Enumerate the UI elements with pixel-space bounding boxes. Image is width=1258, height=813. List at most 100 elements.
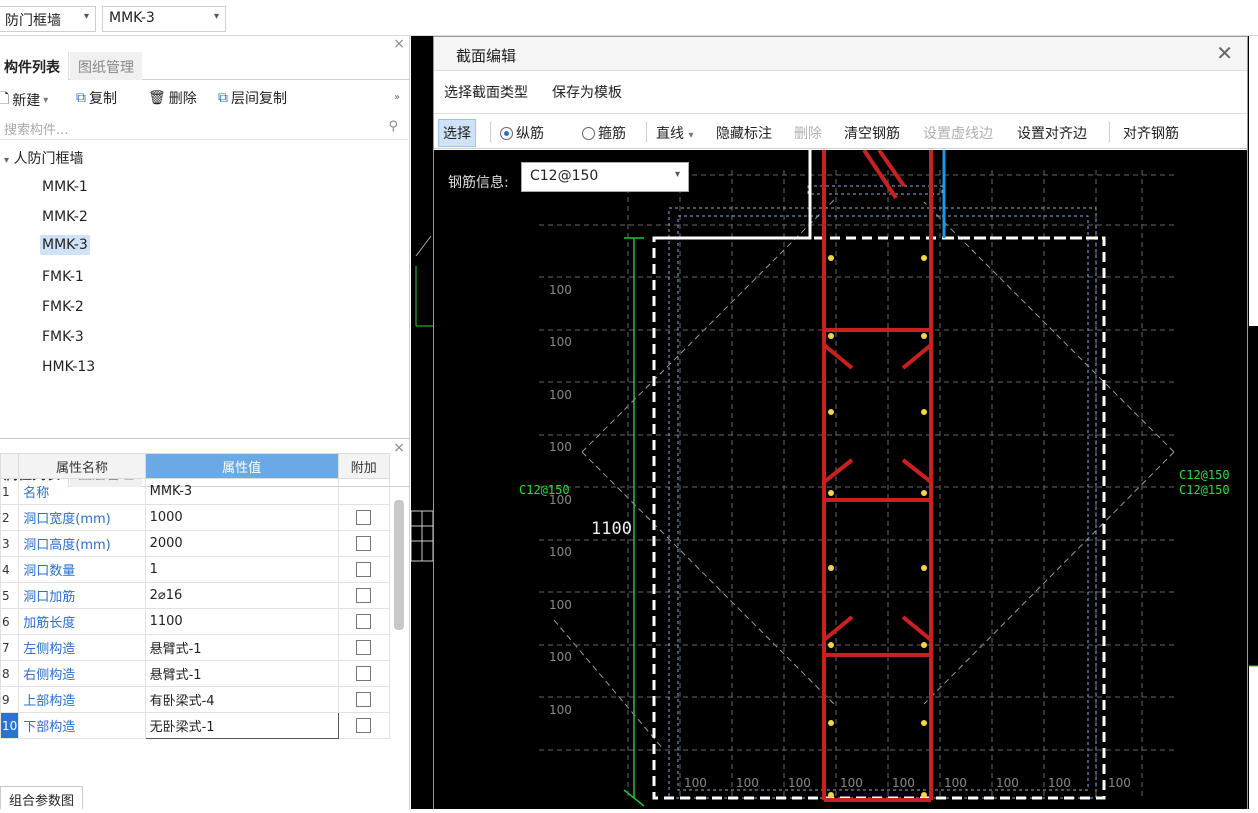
floor-copy-button[interactable]: ⧉ 层间复制: [218, 88, 287, 108]
extra-checkbox[interactable]: [356, 510, 372, 525]
grid-label: 100: [549, 545, 572, 559]
column-header: 附加: [337, 453, 391, 479]
table-row-selected[interactable]: 10 下部构造 无卧梁式-1: [0, 712, 391, 739]
stirrup-label: 箍筋: [598, 126, 626, 142]
extra-checkbox[interactable]: [356, 640, 372, 655]
clear-rebar-button[interactable]: 清空钢筋: [844, 123, 900, 143]
property-value[interactable]: 2⌀16: [144, 582, 339, 609]
chevron-down-icon: ▾: [688, 130, 694, 141]
delete-button[interactable]: 🗑 删除: [148, 88, 197, 108]
search-input[interactable]: 搜索构件... ⚲: [0, 116, 408, 140]
component-type-combo[interactable]: 防门框墙 ▾: [0, 6, 96, 32]
new-label: 新建: [12, 93, 41, 109]
menu-select-section-type[interactable]: 选择截面类型: [444, 82, 528, 102]
grid-label: 100: [549, 283, 572, 297]
tree-item[interactable]: MMK-1: [40, 177, 90, 197]
tab-drawing-management[interactable]: 图纸管理: [70, 52, 142, 80]
tab-component-list[interactable]: 构件列表: [0, 52, 69, 80]
set-align-edge-button[interactable]: 设置对齐边: [1017, 123, 1087, 143]
grid-label: 100: [840, 776, 863, 790]
extra-checkbox[interactable]: [356, 718, 372, 733]
property-value[interactable]: 悬臂式-1: [144, 660, 339, 687]
close-icon[interactable]: ×: [393, 36, 405, 52]
select-button[interactable]: 选择: [438, 119, 476, 147]
grid-label: 100: [549, 598, 572, 612]
property-value[interactable]: 有卧梁式-4: [144, 686, 339, 713]
table-row[interactable]: 7 左侧构造 悬臂式-1: [0, 634, 391, 661]
close-icon[interactable]: ✕: [1216, 41, 1233, 65]
property-value[interactable]: 1000: [144, 504, 339, 531]
extra-checkbox[interactable]: [356, 536, 372, 551]
table-row[interactable]: 1 名称 MMK-3: [0, 478, 391, 505]
table-row[interactable]: 9 上部构造 有卧梁式-4: [0, 686, 391, 713]
table-row[interactable]: 2 洞口宽度(mm) 1000: [0, 504, 391, 531]
grid-label: 100: [684, 776, 707, 790]
tree-item[interactable]: HMK-13: [40, 357, 97, 377]
delete-button[interactable]: 删除: [794, 123, 822, 143]
more-icon[interactable]: »: [394, 92, 400, 103]
grid-label: 100: [549, 335, 572, 349]
component-combo[interactable]: MMK-3 ▾: [102, 6, 226, 32]
component-value: MMK-3: [109, 10, 155, 26]
tree-item[interactable]: FMK-3: [40, 327, 86, 347]
delete-label: 删除: [168, 91, 197, 107]
column-header: 属性值: [144, 453, 339, 479]
table-row[interactable]: 4 洞口数量 1: [0, 556, 391, 583]
section-toolbar: 选择 纵筋 箍筋 直线 ▾ 隐藏标注 删除 清空钢筋 设置虚线边 设置对齐边 对…: [434, 113, 1247, 149]
tree-item[interactable]: FMK-1: [40, 267, 86, 287]
table-row[interactable]: 5 洞口加筋 2⌀16: [0, 582, 391, 609]
set-dashed-edge-button[interactable]: 设置虚线边: [923, 123, 993, 143]
copy-icon: ⧉: [76, 90, 86, 106]
extra-checkbox[interactable]: [356, 666, 372, 681]
property-name: 下部构造: [18, 712, 146, 739]
menu-save-as-template[interactable]: 保存为模板: [552, 82, 622, 102]
table-row[interactable]: 6 加筋长度 1100: [0, 608, 391, 635]
extra-checkbox[interactable]: [356, 614, 372, 629]
close-icon[interactable]: ×: [393, 440, 405, 456]
property-name: 加筋长度: [18, 608, 146, 635]
divider: [646, 122, 647, 142]
longitudinal-label: 纵筋: [516, 126, 544, 142]
extra-checkbox[interactable]: [356, 692, 372, 707]
extra-cell: [337, 478, 391, 505]
tree-item-selected[interactable]: MMK-3: [40, 235, 90, 255]
property-table: 属性名称 属性值 附加 1 名称 MMK-3 2 洞口宽度(mm) 1000 3 洞口高度…: [0, 453, 391, 739]
top-toolbar: 防门框墙 ▾ MMK-3 ▾: [0, 0, 1258, 36]
section-canvas[interactable]: 100 100 100 100 100 100 100 100 100 100 …: [434, 150, 1247, 809]
search-icon: ⚲: [388, 119, 398, 134]
align-rebar-button[interactable]: 对齐钢筋: [1123, 123, 1179, 143]
tab-combined-parameter-diagram[interactable]: 组合参数图: [0, 786, 84, 809]
grid-label: 100: [1108, 776, 1131, 790]
rebar-info-value: C12@150: [530, 168, 599, 184]
floor-copy-icon: ⧉: [218, 90, 228, 106]
property-value[interactable]: 1: [144, 556, 339, 583]
dialog-titlebar[interactable]: 截面编辑 ✕: [434, 37, 1247, 71]
tree-item[interactable]: MMK-2: [40, 207, 90, 227]
property-value[interactable]: 1100: [144, 608, 339, 635]
rebar-info-combo[interactable]: C12@150 ▾: [521, 162, 689, 192]
chevron-down-icon: ▾: [83, 11, 89, 22]
floor-copy-label: 层间复制: [231, 91, 287, 107]
line-dropdown[interactable]: 直线 ▾: [656, 123, 693, 143]
property-value[interactable]: MMK-3: [144, 478, 339, 505]
property-value[interactable]: 无卧梁式-1: [144, 712, 339, 739]
hide-label-button[interactable]: 隐藏标注: [716, 123, 772, 143]
extra-checkbox[interactable]: [356, 562, 372, 577]
stirrup-radio[interactable]: 箍筋: [582, 123, 626, 143]
chevron-down-icon: ▾: [213, 11, 219, 22]
property-name: 洞口高度(mm): [18, 530, 146, 557]
extra-checkbox[interactable]: [356, 588, 372, 603]
chevron-down-icon: ▾: [43, 94, 49, 106]
vertical-scrollbar[interactable]: [394, 500, 404, 630]
longitudinal-radio[interactable]: 纵筋: [500, 123, 544, 143]
property-name: 上部构造: [18, 686, 146, 713]
tree-item[interactable]: FMK-2: [40, 297, 86, 317]
row-number: 7: [0, 634, 20, 661]
copy-button[interactable]: ⧉ 复制: [76, 88, 117, 108]
table-row[interactable]: 3 洞口高度(mm) 2000: [0, 530, 391, 557]
tree-root[interactable]: ▾ 人防门框墙: [4, 148, 83, 168]
new-button[interactable]: 🗋 新建 ▾: [0, 88, 48, 112]
property-value[interactable]: 悬臂式-1: [144, 634, 339, 661]
property-value[interactable]: 2000: [144, 530, 339, 557]
table-row[interactable]: 8 右侧构造 悬臂式-1: [0, 660, 391, 687]
